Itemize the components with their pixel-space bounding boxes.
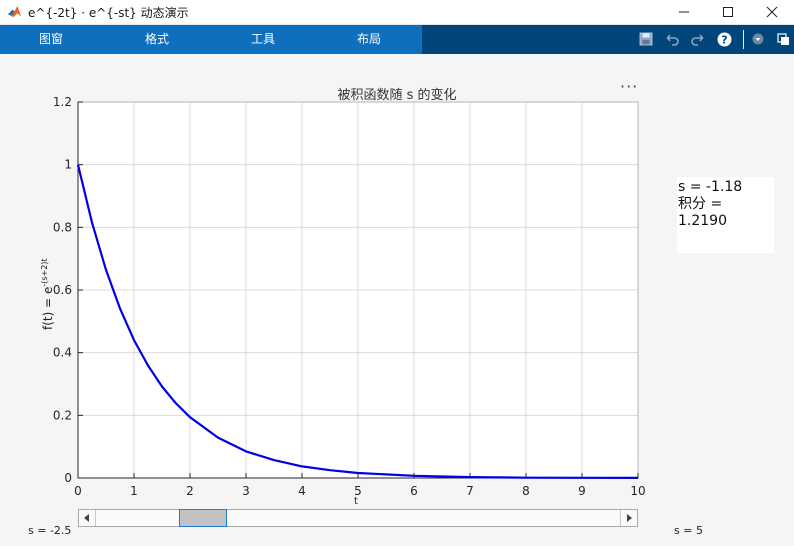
info-integral-label: 积分 = xyxy=(678,196,723,212)
x-tick-label: 4 xyxy=(298,484,306,498)
arrow-left-icon xyxy=(84,514,89,522)
axes-more-menu-icon[interactable]: ··· xyxy=(620,79,638,95)
y-axis-label: f(t) = e-(s+2)t xyxy=(40,258,55,330)
x-tick-label: 8 xyxy=(522,484,530,498)
y-tick-label: 0.8 xyxy=(53,220,72,234)
x-tick-label: 1 xyxy=(130,484,138,498)
x-axis-label: t xyxy=(354,496,358,507)
matlab-logo-icon xyxy=(7,4,22,19)
x-tick-label: 6 xyxy=(410,484,418,498)
slider-thumb[interactable] xyxy=(179,509,228,527)
chart-title: 被积函数随 s 的变化 xyxy=(337,88,457,103)
undo-button[interactable] xyxy=(665,31,681,47)
y-tick-label: 1 xyxy=(64,158,72,172)
svg-text:?: ? xyxy=(721,33,727,46)
x-tick-label: 10 xyxy=(630,484,645,498)
y-tick-label: 0.4 xyxy=(53,346,72,360)
toolbar-separator xyxy=(743,30,744,49)
x-tick-label: 2 xyxy=(186,484,194,498)
menu-layout[interactable]: 布局 xyxy=(329,25,409,54)
y-tick-label: 0.2 xyxy=(53,408,72,422)
slider-min-label: s = -2.5 xyxy=(28,524,72,537)
slider-left-arrow-button[interactable] xyxy=(79,510,96,526)
slider-max-label: s = 5 xyxy=(674,524,703,537)
x-tick-label: 9 xyxy=(578,484,586,498)
window-title-bar: e^{-2t} · e^{-st} 动态演示 xyxy=(0,0,794,25)
maximize-button[interactable] xyxy=(706,0,750,24)
x-tick-label: 3 xyxy=(242,484,250,498)
redo-button[interactable] xyxy=(689,31,705,47)
arrow-right-icon xyxy=(627,514,632,522)
figure-toolstrip: 图窗 格式 工具 布局 ? xyxy=(0,25,794,54)
undo-icon xyxy=(666,34,679,46)
plot-axes[interactable]: 0 1 2 3 4 5 6 7 8 9 1000.20.40.60.811.2 xyxy=(0,54,794,514)
s-slider[interactable] xyxy=(78,509,638,527)
undock-icon xyxy=(776,32,789,45)
y-axis-label-exponent: -(s+2)t xyxy=(40,258,49,287)
redo-icon xyxy=(691,34,704,46)
close-button[interactable] xyxy=(750,0,794,24)
y-tick-label: 0 xyxy=(64,471,72,485)
window-title: e^{-2t} · e^{-st} 动态演示 xyxy=(28,6,189,20)
toolstrip-dropdown-button[interactable] xyxy=(750,31,766,47)
menu-tools[interactable]: 工具 xyxy=(223,25,303,54)
maximize-icon xyxy=(723,7,733,17)
slider-right-arrow-button[interactable] xyxy=(620,510,637,526)
save-button[interactable] xyxy=(638,31,654,47)
x-tick-label: 7 xyxy=(466,484,474,498)
dropdown-icon xyxy=(752,33,764,45)
menu-format[interactable]: 格式 xyxy=(117,25,197,54)
x-tick-label: 0 xyxy=(74,484,82,498)
minimize-icon xyxy=(679,11,689,13)
undock-button[interactable] xyxy=(775,31,791,47)
slider-track[interactable] xyxy=(95,509,621,527)
help-button[interactable]: ? xyxy=(716,31,732,47)
menu-bar: 图窗 格式 工具 布局 xyxy=(0,25,422,54)
close-icon xyxy=(766,6,778,18)
y-tick-label: 0.6 xyxy=(53,283,72,297)
menu-figure[interactable]: 图窗 xyxy=(11,25,91,54)
help-icon: ? xyxy=(717,32,731,46)
info-integral-value: 1.2190 xyxy=(678,213,727,229)
info-text-box: s = -1.18 积分 = 1.2190 xyxy=(677,177,774,253)
save-icon xyxy=(639,32,653,46)
info-s-value: s = -1.18 xyxy=(678,179,743,195)
minimize-button[interactable] xyxy=(662,0,706,24)
